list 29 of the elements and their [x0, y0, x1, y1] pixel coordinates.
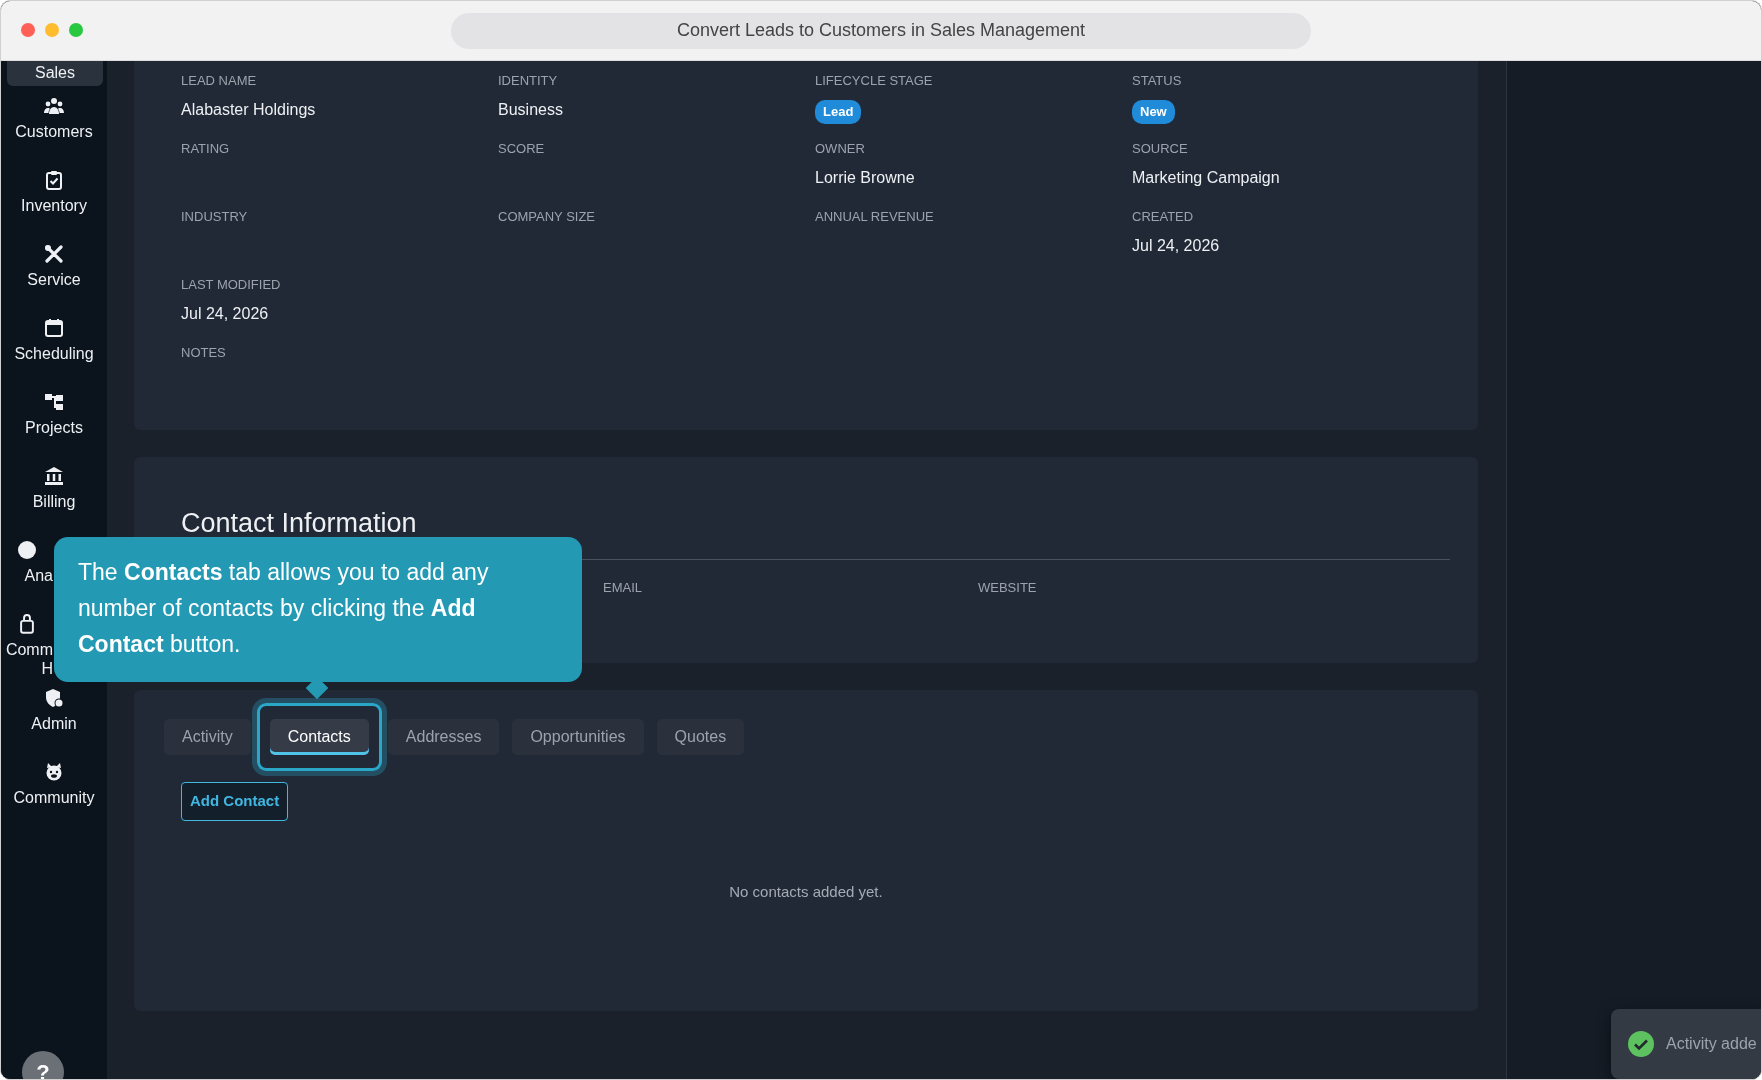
field-value: Jul 24, 2026	[181, 304, 269, 324]
field-label: COMPANY SIZE	[498, 209, 597, 225]
tooltip: The Contacts tab allows you to add any number of contacts by clicking the Add Contact button.	[54, 537, 582, 682]
field-label: SCORE	[498, 141, 546, 157]
field-value: Jul 24, 2026	[1132, 236, 1220, 256]
status-badge: Lead	[815, 100, 862, 124]
column-label: WEBSITE	[978, 580, 1038, 597]
field-label: IDENTITY	[498, 73, 559, 89]
field-label: NOTES	[181, 345, 227, 361]
empty-message: No contacts added yet.	[728, 881, 884, 902]
field-label: LEAD NAME	[181, 73, 258, 89]
field-label: CREATED	[1132, 209, 1195, 225]
field-label: OWNER	[815, 141, 866, 157]
field-label: LIFECYCLE STAGE	[815, 73, 934, 89]
field-value: Business	[498, 100, 563, 120]
field-value: Alabaster Holdings	[181, 100, 316, 120]
field-label: LAST MODIFIED	[181, 277, 282, 293]
field-label: STATUS	[1132, 73, 1183, 89]
field-value: Lorrie Browne	[815, 168, 915, 188]
field-value: Marketing Campaign	[1132, 168, 1280, 188]
field-label: ANNUAL REVENUE	[815, 209, 935, 225]
section-heading: Contact Information	[181, 507, 418, 540]
field-label: RATING	[181, 141, 231, 157]
status-badge: New	[1132, 100, 1175, 124]
field-label: INDUSTRY	[181, 209, 249, 225]
toast-message: Activity adde	[1666, 1034, 1757, 1054]
column-label: EMAIL	[603, 580, 643, 597]
field-label: SOURCE	[1132, 141, 1189, 157]
window-title: Convert Leads to Customers in Sales Management	[451, 12, 1311, 49]
